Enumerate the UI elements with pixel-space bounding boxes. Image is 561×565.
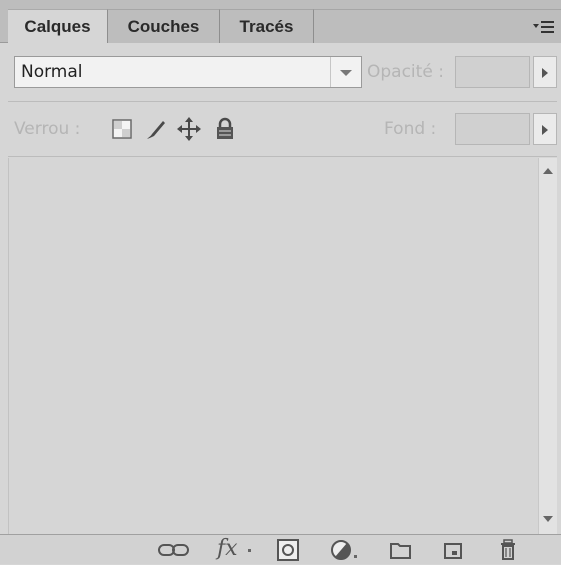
- lock-label: Verrou :: [14, 119, 81, 139]
- lock-position-icon[interactable]: [176, 116, 202, 142]
- lock-all-icon[interactable]: [212, 116, 238, 142]
- blend-mode-value: Normal: [21, 62, 83, 82]
- blend-mode-dropdown-button[interactable]: [330, 57, 361, 87]
- fill-label: Fond :: [384, 119, 437, 139]
- chevron-down-icon: [340, 70, 352, 76]
- tab-calques[interactable]: Calques: [8, 9, 108, 43]
- opacity-label: Opacité :: [367, 62, 444, 82]
- panel-tab-bar: Calques Couches Tracés: [0, 0, 561, 43]
- tab-traces[interactable]: Tracés: [220, 9, 314, 43]
- opacity-input[interactable]: [455, 56, 530, 88]
- panel-menu-icon[interactable]: [533, 20, 555, 38]
- layer-mask-icon[interactable]: [276, 539, 302, 561]
- new-layer-icon[interactable]: [441, 539, 467, 561]
- fx-label: fx: [217, 536, 238, 561]
- tab-couches[interactable]: Couches: [108, 9, 220, 43]
- delete-layer-icon[interactable]: [496, 539, 522, 561]
- lock-image-pixels-icon[interactable]: [143, 116, 169, 142]
- divider: [8, 101, 557, 102]
- link-layers-icon[interactable]: [157, 539, 191, 561]
- scroll-down-arrow-icon[interactable]: [543, 516, 553, 522]
- layers-scrollbar[interactable]: [538, 158, 557, 534]
- layers-list[interactable]: [8, 158, 539, 534]
- chevron-right-icon: [542, 125, 548, 135]
- tab-bar-filler: [314, 9, 561, 43]
- layers-bottom-toolbar: fx: [0, 534, 561, 564]
- lock-transparent-pixels-icon[interactable]: [110, 116, 136, 142]
- new-group-icon[interactable]: [388, 539, 414, 561]
- adjustment-layer-icon[interactable]: [330, 539, 360, 561]
- fill-input[interactable]: [455, 113, 530, 145]
- divider: [8, 156, 557, 157]
- chevron-right-icon: [542, 68, 548, 78]
- blend-mode-select[interactable]: Normal: [14, 56, 362, 88]
- scroll-up-arrow-icon[interactable]: [543, 168, 553, 174]
- fx-icon[interactable]: fx: [217, 536, 257, 561]
- fill-slider-button[interactable]: [533, 113, 557, 145]
- opacity-slider-button[interactable]: [533, 56, 557, 88]
